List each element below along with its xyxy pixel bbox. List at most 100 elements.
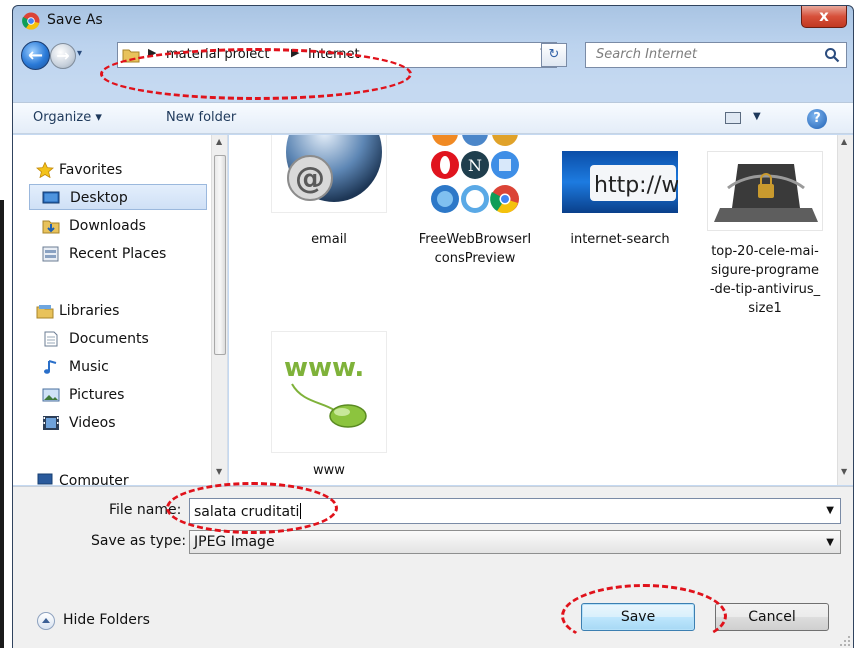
file-name: email [311,232,347,247]
file-name-line: -de-tip-antivirus_ [709,282,821,297]
sidebar-item-downloads[interactable]: Downloads [13,213,209,239]
help-icon[interactable]: ? [807,109,827,129]
file-name-field[interactable]: salata cruditati ▼ [189,498,841,524]
file-name-dropdown-icon[interactable]: ▼ [826,505,834,516]
svg-text:N: N [468,156,482,175]
sidebar-item-music[interactable]: Music [13,354,209,380]
forward-button[interactable]: → [50,43,76,69]
cancel-button[interactable]: Cancel [715,603,829,631]
save-as-type-label: Save as type: [91,533,187,549]
sidebar-item-label: Downloads [69,218,146,234]
views-icon[interactable] [725,112,741,124]
search-input[interactable]: Search Internet [585,42,847,68]
back-button[interactable]: ← [21,41,50,70]
file-thumbnail: N [417,135,533,213]
window-title: Save As [47,12,103,28]
documents-icon [44,331,58,347]
sidebar-item-label: Libraries [59,303,120,319]
file-name: internet-search [570,232,670,247]
views-dropdown-icon[interactable]: ▼ [753,111,761,122]
breadcrumb-separator-icon[interactable]: ▶ [148,46,156,59]
file-thumbnail: http://www [562,151,678,213]
pictures-icon [42,388,60,402]
libraries-icon [36,305,54,319]
file-name-line: top-20-cele-mai- [711,244,819,259]
recent-locations-dropdown[interactable]: ▾ [77,48,91,64]
save-as-dialog: Save As x ← → ▾ ▶ material proiect ▶ Int… [12,5,854,648]
file-name: FreeWebBrowserI consPreview [411,230,539,268]
breadcrumb-material-proiect[interactable]: material proiect [166,47,270,62]
file-name-line: consPreview [434,251,516,266]
collapse-up-icon [37,612,55,630]
breadcrumb-separator-icon[interactable]: ▶ [291,46,299,59]
file-name-line: sigure-programe [710,263,820,278]
hide-folders-label: Hide Folders [63,612,150,628]
save-as-type-select[interactable]: JPEG Image ▼ [189,530,841,554]
navigation-bar: ← → ▾ ▶ material proiect ▶ Internet ▼ ↻ … [13,36,853,74]
file-list[interactable]: @ email N FreeWebBrowserI consPreview ht… [229,135,837,485]
breadcrumb-internet[interactable]: Internet [308,47,360,62]
save-form: File name: salata cruditati ▼ Save as ty… [13,486,853,648]
title-bar[interactable]: Save As x [13,6,853,36]
recent-places-icon [42,246,59,262]
close-button[interactable]: x [801,6,847,28]
star-icon [36,162,54,178]
computer-icon [37,473,53,485]
resize-grip-icon[interactable] [839,635,851,647]
sidebar-item-desktop[interactable]: Desktop [29,184,207,210]
save-as-type-value: JPEG Image [194,534,275,550]
desktop-icon [42,191,60,204]
file-thumbnail: www. [271,331,387,453]
file-name-line: FreeWebBrowserI [418,232,532,247]
laptop-lock-icon [714,164,818,222]
sidebar-item-label: Documents [69,331,149,347]
sidebar-item-favorites[interactable]: Favorites [13,157,209,183]
sidebar-item-pictures[interactable]: Pictures [13,382,209,408]
sidebar-item-videos[interactable]: Videos [13,410,209,436]
http-search-icon: http://www [590,165,678,201]
file-name: www [313,463,345,478]
scroll-up-icon[interactable]: ▲ [216,137,222,146]
sidebar-item-documents[interactable]: Documents [13,326,209,352]
sidebar-item-libraries[interactable]: Libraries [13,298,209,324]
background-strip-left [0,0,12,648]
command-toolbar: Organize ▾ New folder ▼ ? [13,102,853,134]
address-bar[interactable]: ▶ material proiect ▶ Internet ▼ [117,42,557,68]
background-dark-edge [0,200,4,648]
sidebar-item-recent-places[interactable]: Recent Places [13,241,209,267]
file-name-value: salata cruditati [194,503,302,520]
file-thumbnail [707,151,823,231]
search-icon[interactable] [824,47,840,63]
downloads-icon [42,220,60,234]
search-placeholder: Search Internet [596,47,697,62]
file-name-line: size1 [748,301,782,316]
refresh-button[interactable]: ↻ [541,43,567,67]
scroll-up-icon[interactable]: ▲ [841,137,847,146]
thumb-text: www. [284,353,364,383]
organize-menu[interactable]: Organize ▾ [33,110,102,125]
file-thumbnail: @ [271,135,387,213]
sidebar-item-label: Computer [59,473,129,485]
thumb-text: http://www [594,173,678,198]
save-button[interactable]: Save [581,603,695,631]
file-name-text: salata cruditati [194,504,300,520]
videos-icon [43,416,59,430]
file-list-scrollbar[interactable]: ▲ ▼ [837,135,853,485]
sidebar-item-label: Recent Places [69,246,167,262]
svg-text:@: @ [295,161,325,196]
sidebar-item-label: Videos [69,415,116,431]
scroll-down-icon[interactable]: ▼ [216,467,222,476]
music-icon [44,360,57,374]
sidebar-item-computer[interactable]: Computer [13,468,209,485]
www-mouse-icon: www. [284,353,367,428]
new-folder-button[interactable]: New folder [166,110,236,125]
navigation-pane-scrollbar[interactable]: ▲ ▼ [211,135,227,485]
save-as-type-dropdown-icon[interactable]: ▼ [826,537,834,548]
chrome-icon [22,12,40,30]
scrollbar-thumb[interactable] [214,155,226,355]
browser-icons-icon: N [431,135,519,213]
scroll-down-icon[interactable]: ▼ [841,467,847,476]
email-globe-icon: @ [286,135,382,202]
file-name-label: File name: [109,502,182,518]
sidebar-item-label: Pictures [69,387,125,403]
